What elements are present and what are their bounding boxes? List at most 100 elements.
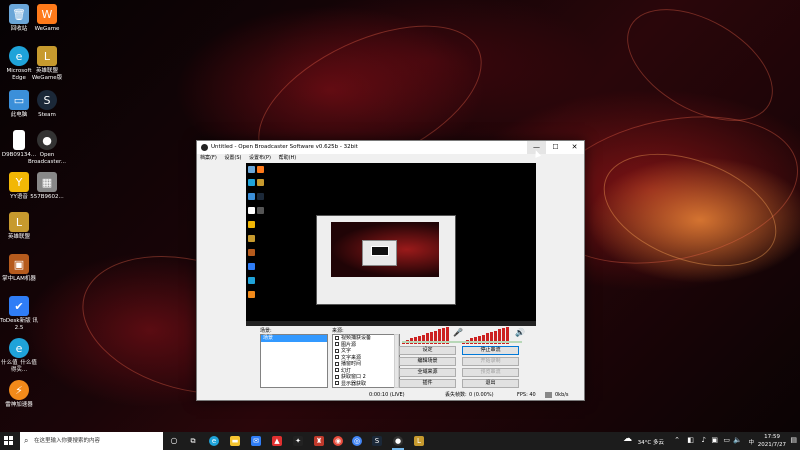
obs-window: Untitled - Open Broadcaster Software v0.… bbox=[196, 140, 585, 401]
desktop-icon-label: Open Broadcaster... bbox=[28, 152, 66, 165]
obs-icon: ● bbox=[37, 130, 57, 150]
todesk-icon: ✔ bbox=[9, 296, 29, 316]
tray-app-icon[interactable]: ▣ bbox=[711, 436, 718, 444]
chrome-icon[interactable]: ◎ bbox=[352, 436, 362, 446]
volume-icon[interactable]: 🔈 bbox=[733, 436, 742, 444]
dropped-frames-value: 0 (0.00%) bbox=[469, 392, 494, 398]
app-icon[interactable]: ✦ bbox=[293, 436, 303, 446]
scene-item[interactable]: 场景 bbox=[261, 335, 327, 342]
taskbar-search-input[interactable]: ⌕ 在这里输入你要搜索的内容 bbox=[20, 432, 163, 450]
menu-settings[interactable]: 设置(S) bbox=[224, 155, 241, 161]
menu-profiles[interactable]: 设置布(P) bbox=[249, 155, 271, 161]
app-icon[interactable]: ▲ bbox=[272, 436, 282, 446]
menu-help[interactable]: 帮助(H) bbox=[279, 155, 297, 161]
league-icon: L bbox=[9, 212, 29, 232]
scenes-list[interactable]: 场景 bbox=[260, 334, 328, 388]
desktop-icon-obs[interactable]: ● Open Broadcaster... bbox=[28, 130, 66, 166]
maximize-button[interactable]: ☐ bbox=[546, 141, 565, 154]
nested-dialog bbox=[362, 240, 397, 266]
source-checkbox[interactable] bbox=[335, 355, 339, 359]
file-explorer-icon[interactable]: ▬ bbox=[230, 436, 240, 446]
desktop-icon-wegame[interactable]: W WeGame bbox=[28, 4, 66, 33]
mail-icon[interactable]: ✉ bbox=[251, 436, 261, 446]
settings-button[interactable]: 设定 bbox=[399, 346, 456, 355]
menu-bar: 档案(F) 设置(S) 设置布(P) 帮助(H) bbox=[197, 154, 584, 163]
desktop-icon-label: ToDesk新版 讯2.5 bbox=[0, 318, 38, 331]
speaker-icon[interactable]: 🔊 bbox=[515, 328, 525, 337]
tray-app-icon[interactable]: ◧ bbox=[687, 436, 694, 444]
desktop-volume-slider[interactable] bbox=[462, 341, 522, 343]
preview-icon bbox=[248, 193, 255, 200]
preview-icon bbox=[248, 207, 255, 214]
preview-icon bbox=[248, 179, 255, 186]
clock-time[interactable]: 17:59 bbox=[764, 434, 780, 440]
desktop-icon-lol-wegame[interactable]: L 英雄联盟 WeGame版 bbox=[28, 46, 66, 82]
preview-stream-button[interactable]: 预览串流 bbox=[462, 368, 519, 377]
preview-icon bbox=[257, 166, 264, 173]
title-bar[interactable]: Untitled - Open Broadcaster Software v0.… bbox=[197, 141, 584, 154]
app-icon[interactable]: ♜ bbox=[314, 436, 324, 446]
preview-icon bbox=[248, 235, 255, 242]
desktop-icon-lam[interactable]: ▣ 掌中LAM机器 bbox=[0, 254, 38, 283]
source-checkbox[interactable] bbox=[335, 368, 339, 372]
desktop-icon-leishen[interactable]: ⚡ 雷神加速器 bbox=[0, 380, 38, 409]
preview-icon bbox=[257, 207, 264, 214]
weather-icon[interactable]: ☁ bbox=[623, 434, 632, 444]
task-view-icon[interactable]: ○ bbox=[169, 436, 179, 446]
obs-icon[interactable]: ● bbox=[393, 436, 403, 446]
status-bar: 0:00:10 (LIVE) 丢失帧数: 0 (0.00%) FPS: 40 0… bbox=[197, 389, 584, 401]
source-checkbox[interactable] bbox=[335, 342, 339, 346]
sources-list[interactable]: 视频捕获设备 图片源 文字 文字来源 播窗时间 幻灯 获取窗口 2 显示器获取 bbox=[332, 334, 400, 388]
plugins-button[interactable]: 插件 bbox=[399, 379, 456, 388]
desktop-icon-image-file[interactable]: ▦ 557B9602... bbox=[28, 172, 66, 201]
league-icon[interactable]: L bbox=[414, 436, 424, 446]
steam-icon[interactable]: S bbox=[372, 436, 382, 446]
source-checkbox[interactable] bbox=[335, 381, 339, 385]
exit-button[interactable]: 退出 bbox=[462, 379, 519, 388]
clock-date[interactable]: 2021/7/27 bbox=[758, 442, 786, 448]
start-record-button[interactable]: 开始录制 bbox=[462, 357, 519, 366]
desktop-icon-steam[interactable]: S Steam bbox=[28, 90, 66, 119]
bitrate-indicator bbox=[545, 392, 552, 398]
wegame-icon: W bbox=[37, 4, 57, 24]
preview-icon bbox=[248, 291, 255, 298]
task-view-icon[interactable]: ⧉ bbox=[188, 436, 198, 446]
stream-preview bbox=[246, 163, 536, 326]
this-pc-icon: ▭ bbox=[9, 90, 29, 110]
desktop-icon-todesk[interactable]: ✔ ToDesk新版 讯2.5 bbox=[0, 296, 38, 332]
start-button[interactable] bbox=[4, 436, 14, 446]
tray-overflow-icon[interactable]: ⌃ bbox=[674, 436, 680, 444]
network-icon[interactable]: ▭ bbox=[723, 436, 730, 444]
desktop-icon-label: 什么值_什么值得买... bbox=[1, 360, 37, 373]
global-sources-button[interactable]: 全域来源 bbox=[399, 368, 456, 377]
desktop-icon-label: 英雄联盟 WeGame版 bbox=[31, 68, 63, 81]
ime-indicator[interactable]: 中 bbox=[748, 438, 754, 446]
scenes-label: 场景: bbox=[260, 328, 272, 334]
source-checkbox[interactable] bbox=[335, 361, 339, 366]
dropped-frames-label: 丢失帧数: bbox=[445, 392, 467, 398]
notification-icon[interactable]: ▤ bbox=[790, 436, 797, 444]
source-checkbox[interactable] bbox=[335, 335, 339, 340]
image-file-icon: ▦ bbox=[37, 172, 57, 192]
preview-icon bbox=[257, 179, 264, 186]
desktop-icon-league[interactable]: L 英雄联盟 bbox=[0, 212, 38, 241]
stop-stream-button[interactable]: 停止串流 bbox=[462, 346, 519, 355]
source-checkbox[interactable] bbox=[335, 348, 339, 353]
edge-icon[interactable]: e bbox=[209, 436, 219, 446]
microphone-icon[interactable]: 🎤 bbox=[453, 328, 463, 337]
weather-text[interactable]: 34°C 多云 bbox=[638, 438, 664, 446]
tray-app-icon[interactable]: ♪ bbox=[702, 436, 706, 444]
close-button[interactable]: ✕ bbox=[565, 141, 584, 154]
file-icon bbox=[13, 130, 25, 150]
lol-icon: L bbox=[37, 46, 57, 66]
source-checkbox[interactable] bbox=[335, 374, 339, 379]
app-icon[interactable]: ◉ bbox=[333, 436, 343, 446]
preview-icon bbox=[248, 249, 255, 256]
preview-icon bbox=[257, 193, 264, 200]
edit-scene-button[interactable]: 编辑场景 bbox=[399, 357, 456, 366]
bitrate-value: 0kb/s bbox=[555, 392, 569, 398]
desktop-icon-edge-app[interactable]: e 什么值_什么值得买... bbox=[0, 338, 38, 374]
menu-file[interactable]: 档案(F) bbox=[200, 155, 217, 161]
taskbar: ⌕ 在这里输入你要搜索的内容 ○ ⧉ e ▬ ✉ ▲ ✦ ♜ ◉ ◎ S ● L… bbox=[0, 432, 800, 450]
source-item[interactable]: 显示器获取 bbox=[333, 381, 399, 388]
